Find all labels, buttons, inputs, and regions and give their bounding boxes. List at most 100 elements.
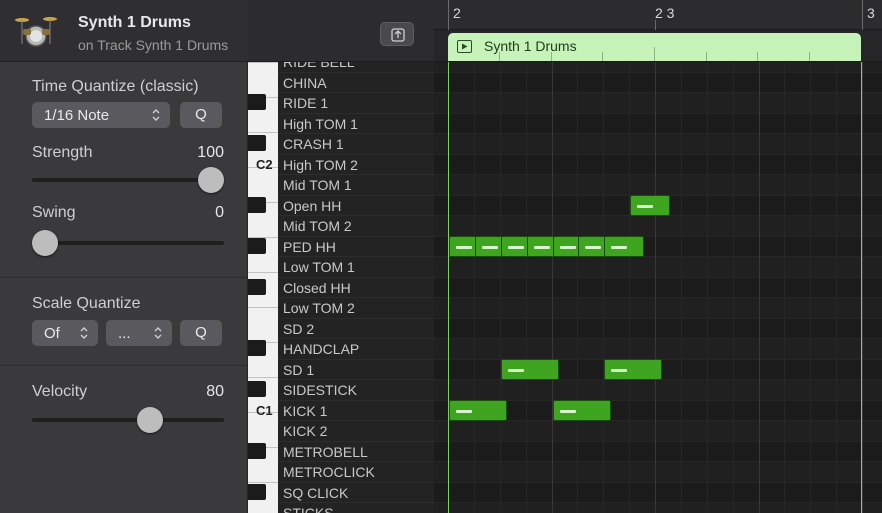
up-down-chevron-icon — [80, 327, 88, 339]
grid-row — [434, 502, 882, 513]
black-key[interactable] — [248, 196, 266, 213]
black-key[interactable] — [248, 442, 266, 459]
note-velocity-indicator — [585, 245, 602, 249]
midi-note[interactable] — [449, 399, 507, 421]
scale-type-value: ... — [118, 324, 131, 342]
grid-row — [434, 62, 882, 72]
drum-name-label: CHINA — [283, 74, 327, 91]
drum-name-row: Low TOM 1 — [278, 256, 434, 277]
scale-type-popup[interactable]: ... — [106, 320, 172, 346]
division-line — [629, 62, 631, 513]
drum-name-row: CRASH 1 — [278, 133, 434, 154]
drum-name-row: SD 1 — [278, 358, 434, 380]
section-divider — [0, 365, 248, 366]
midi-note[interactable] — [604, 358, 663, 380]
strength-slider[interactable] — [32, 178, 224, 182]
velocity-slider-knob[interactable] — [136, 407, 163, 433]
grid-row — [434, 276, 882, 297]
grid-row — [434, 379, 882, 400]
grid-row — [434, 420, 882, 441]
division-line — [784, 62, 786, 513]
drum-name-label: RIDE BELL — [283, 62, 355, 70]
drum-name-label: KICK 2 — [283, 423, 328, 439]
drum-name-label: SD 1 — [283, 361, 315, 378]
black-key[interactable] — [248, 237, 266, 254]
black-key[interactable] — [248, 94, 266, 110]
drum-name-row: STICKS — [278, 502, 434, 513]
grid-row — [434, 317, 882, 338]
beat-line — [758, 62, 760, 513]
swing-value: 0 — [215, 204, 224, 221]
drum-name-label: METROCLICK — [283, 464, 375, 480]
drum-name-label: METROBELL — [283, 443, 368, 460]
drum-name-label: Mid TOM 2 — [283, 218, 352, 234]
note-velocity-indicator — [456, 409, 472, 413]
ruler-beat-marker — [655, 20, 656, 30]
scale-quantize-q-button[interactable]: Q — [180, 320, 222, 346]
bar-ruler[interactable]: 2 2 3 3 — [434, 0, 882, 30]
octave-label: C2 — [256, 156, 273, 172]
drum-name-label: Low TOM 2 — [283, 300, 355, 316]
region-tick — [654, 47, 655, 61]
grid-row — [434, 92, 882, 113]
note-velocity-indicator — [637, 204, 654, 208]
strength-slider-knob[interactable] — [198, 167, 224, 193]
drum-name-label: Mid TOM 1 — [283, 177, 352, 193]
scale-root-value: Of — [44, 324, 60, 342]
scale-root-popup[interactable]: Of — [32, 320, 98, 346]
time-quantize-title: Time Quantize (classic) — [32, 78, 199, 95]
drum-name-label: KICK 1 — [283, 402, 328, 419]
drum-name-row: KICK 2 — [278, 420, 434, 441]
note-velocity-indicator — [611, 368, 628, 372]
drum-name-label: CRASH 1 — [283, 136, 344, 152]
drum-name-label: Open HH — [283, 197, 342, 214]
note-velocity-indicator — [456, 245, 472, 249]
note-velocity-indicator — [611, 245, 628, 249]
velocity-slider[interactable] — [32, 418, 224, 422]
drum-name-row: Open HH — [278, 194, 434, 216]
drum-name-row: SQ CLICK — [278, 481, 434, 503]
midi-note[interactable] — [630, 194, 671, 216]
drum-name-label: SQ CLICK — [283, 484, 349, 501]
midi-note[interactable] — [552, 399, 611, 421]
note-grid[interactable] — [434, 62, 882, 513]
drum-name-label: High TOM 1 — [283, 115, 358, 132]
drum-name-row: PED HH — [278, 235, 434, 257]
time-quantize-popup[interactable]: 1/16 Note — [32, 102, 170, 128]
piano-keyboard[interactable]: C2 C1 — [248, 62, 278, 513]
black-key[interactable] — [248, 278, 266, 295]
drum-name-label: Closed HH — [283, 279, 351, 296]
ruler-bar-marker — [862, 0, 863, 30]
time-quantize-q-button[interactable]: Q — [180, 102, 222, 128]
grid-row — [434, 461, 882, 482]
drum-name-label: HANDCLAP — [283, 341, 360, 357]
swing-slider[interactable] — [32, 241, 224, 245]
velocity-label: Velocity — [32, 383, 88, 400]
note-velocity-indicator — [481, 245, 498, 249]
beat-line — [551, 62, 553, 513]
grid-row — [434, 338, 882, 359]
midi-note[interactable] — [500, 358, 559, 380]
region-tick — [551, 52, 552, 61]
black-key[interactable] — [248, 483, 266, 500]
swing-slider-knob[interactable] — [32, 230, 58, 256]
black-key[interactable] — [248, 381, 266, 397]
division-line — [499, 62, 501, 513]
white-key-edge — [248, 62, 278, 63]
drum-name-label: STICKS — [283, 505, 334, 513]
drum-name-row: KICK 1 — [278, 399, 434, 421]
black-key[interactable] — [248, 135, 266, 151]
grid-row — [434, 112, 882, 133]
midi-note[interactable] — [604, 235, 645, 257]
drum-name-row: METROCLICK — [278, 461, 434, 482]
grid-row — [434, 215, 882, 236]
black-key[interactable] — [248, 340, 266, 356]
drum-name-row: RIDE BELL — [278, 62, 434, 72]
beat-line — [862, 62, 863, 513]
up-down-chevron-icon — [154, 327, 162, 339]
drum-name-row: RIDE 1 — [278, 92, 434, 113]
drum-name-row: CHINA — [278, 71, 434, 93]
division-line — [680, 62, 682, 513]
catch-playhead-button[interactable] — [380, 22, 414, 46]
region-header[interactable]: Synth 1 Drums — [448, 33, 861, 61]
